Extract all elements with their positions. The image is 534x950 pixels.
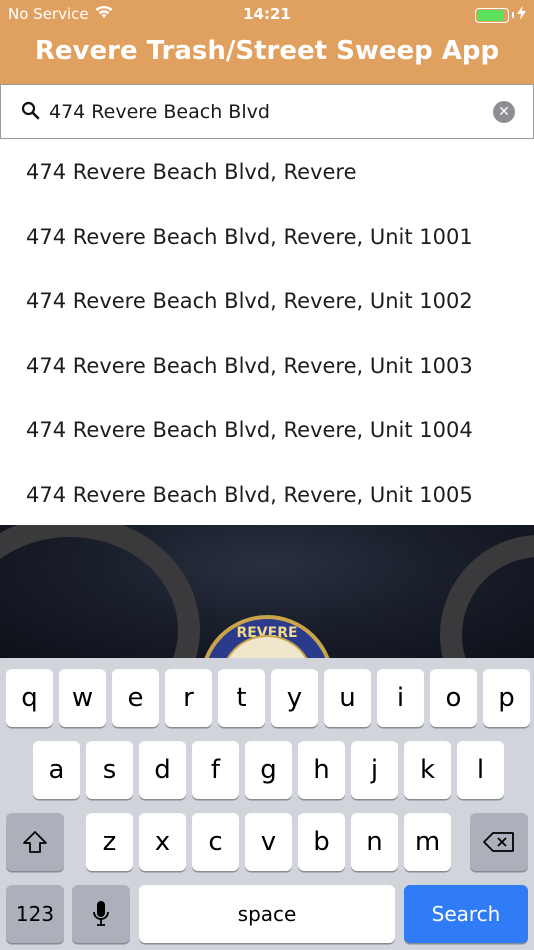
key-v[interactable]: v [245,813,292,871]
suggestion-item[interactable]: 474 Revere Beach Blvd, Revere, Unit 1001 [0,205,534,270]
suggestion-item[interactable]: 474 Revere Beach Blvd, Revere [0,140,534,205]
key-f[interactable]: f [192,741,239,799]
microphone-icon [93,901,109,926]
key-r[interactable]: r [165,669,212,727]
numbers-key[interactable]: 123 [6,885,64,943]
stone-wall-right [440,535,534,658]
key-x[interactable]: x [139,813,186,871]
key-a[interactable]: a [33,741,80,799]
battery-icon [475,7,509,23]
app-header: No Service 14:21 Revere Trash/Street Swe… [0,0,534,84]
backspace-icon [483,832,514,852]
clear-icon[interactable]: ✕ [493,101,515,123]
status-right [475,6,526,24]
search-icon [21,101,41,121]
suggestion-list: 474 Revere Beach Blvd, Revere 474 Revere … [0,140,534,527]
key-u[interactable]: u [324,669,371,727]
keyboard: 123 space Search qwertyuiop asdfghjkl zxcv… [0,658,534,950]
shift-key[interactable] [6,813,64,871]
space-key[interactable]: space [139,885,395,943]
search-input[interactable] [49,93,479,131]
key-l[interactable]: l [457,741,504,799]
city-seal-image: REVERE [200,615,334,658]
search-bar[interactable]: ✕ [0,84,534,139]
key-q[interactable]: q [6,669,53,727]
battery-fill [477,9,504,21]
key-e[interactable]: e [112,669,159,727]
key-c[interactable]: c [192,813,239,871]
key-g[interactable]: g [245,741,292,799]
key-w[interactable]: w [59,669,106,727]
key-p[interactable]: p [483,669,530,727]
search-key[interactable]: Search [404,885,528,943]
key-z[interactable]: z [86,813,133,871]
shift-icon [23,831,47,853]
key-i[interactable]: i [377,669,424,727]
key-m[interactable]: m [404,813,451,871]
suggestion-item[interactable]: 474 Revere Beach Blvd, Revere, Unit 1003 [0,334,534,399]
dictation-key[interactable] [72,885,130,943]
key-d[interactable]: d [139,741,186,799]
key-t[interactable]: t [218,669,265,727]
status-bar: No Service 14:21 [0,0,534,28]
status-time: 14:21 [243,5,291,23]
key-h[interactable]: h [298,741,345,799]
key-b[interactable]: b [298,813,345,871]
battery-cap [512,12,514,18]
bolt-icon [517,6,526,24]
app-title: Revere Trash/Street Sweep App [34,36,500,66]
suggestion-item[interactable]: 474 Revere Beach Blvd, Revere, Unit 1005 [0,463,534,528]
suggestion-item[interactable]: 474 Revere Beach Blvd, Revere, Unit 1002 [0,269,534,334]
key-y[interactable]: y [271,669,318,727]
key-o[interactable]: o [430,669,477,727]
key-n[interactable]: n [351,813,398,871]
background-photo: REVERE [0,525,534,658]
suggestion-item[interactable]: 474 Revere Beach Blvd, Revere, Unit 1004 [0,398,534,463]
key-s[interactable]: s [86,741,133,799]
backspace-key[interactable] [470,813,528,871]
key-j[interactable]: j [351,741,398,799]
key-k[interactable]: k [404,741,451,799]
stone-wall-left [0,525,200,658]
